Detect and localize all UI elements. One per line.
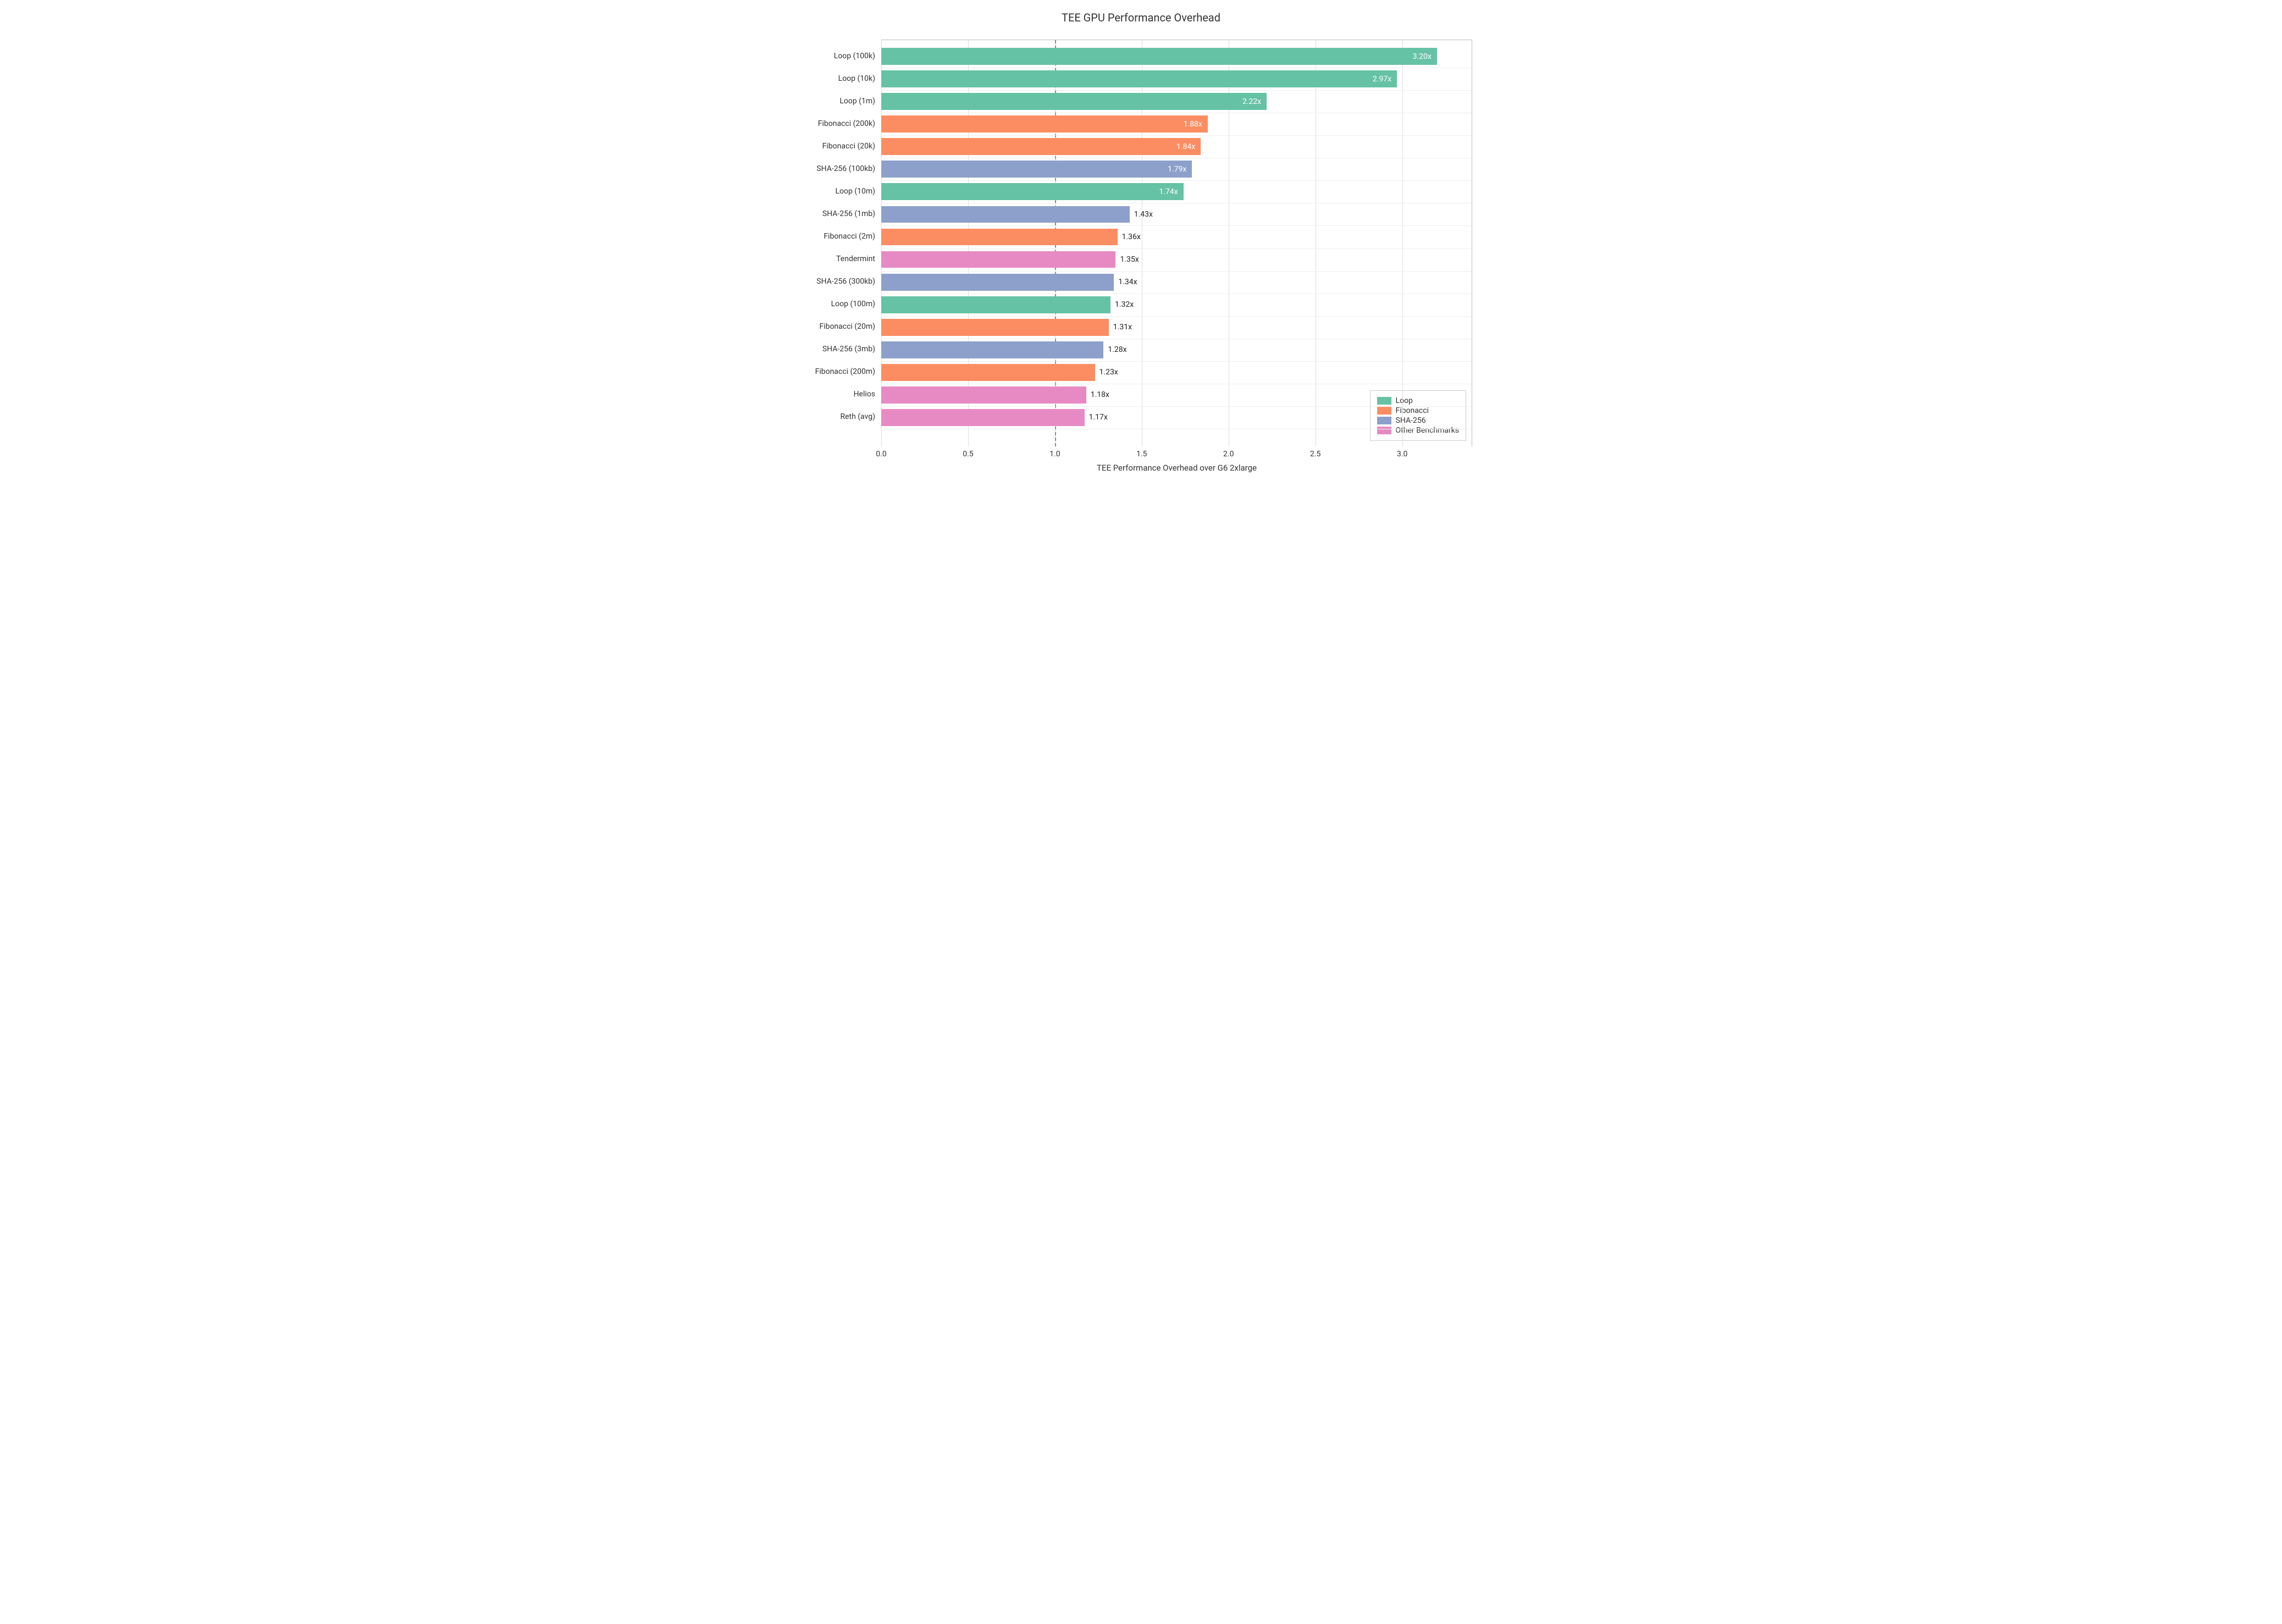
bar bbox=[881, 386, 1086, 404]
y-tick-label: Fibonacci (20k) bbox=[799, 142, 878, 151]
bar-value-label: 1.84x bbox=[1176, 142, 1195, 151]
bar: 2.97x bbox=[881, 70, 1397, 87]
bar: 1.74x bbox=[881, 183, 1184, 200]
legend-label: Other Benchmarks bbox=[1396, 426, 1459, 435]
plot: LoopFibonacciSHA-256Other Benchmarks 3.2… bbox=[799, 34, 1483, 474]
bar-value-label: 1.32x bbox=[1115, 300, 1134, 309]
bar: 3.20x bbox=[881, 48, 1437, 65]
y-tick-label: Loop (100m) bbox=[799, 300, 878, 308]
bar bbox=[881, 206, 1130, 223]
y-tick-label: SHA-256 (100kb) bbox=[799, 164, 878, 173]
chart-title: TEE GPU Performance Overhead bbox=[799, 11, 1483, 24]
bar: 1.88x bbox=[881, 115, 1208, 132]
y-tick-label: Loop (10k) bbox=[799, 74, 878, 83]
bar-value-label: 2.97x bbox=[1373, 75, 1391, 84]
y-gridline bbox=[881, 248, 1472, 249]
y-tick-label: Loop (100k) bbox=[799, 52, 878, 60]
bar-value-label: 1.28x bbox=[1108, 345, 1126, 354]
legend-swatch bbox=[1377, 427, 1391, 434]
y-gridline bbox=[881, 316, 1472, 317]
bar-value-label: 1.35x bbox=[1120, 255, 1139, 264]
bar bbox=[881, 319, 1109, 336]
legend-item: Other Benchmarks bbox=[1377, 426, 1459, 435]
bar: 1.84x bbox=[881, 138, 1201, 155]
y-tick-label: Fibonacci (20m) bbox=[799, 322, 878, 331]
tee-gpu-overhead-chart: TEE GPU Performance Overhead LoopFibonac… bbox=[799, 11, 1483, 474]
bar-value-label: 1.43x bbox=[1134, 210, 1153, 219]
y-tick-label: Fibonacci (200m) bbox=[799, 367, 878, 376]
y-gridline bbox=[881, 406, 1472, 407]
bar-value-label: 2.22x bbox=[1242, 97, 1261, 106]
legend-label: SHA-256 bbox=[1396, 416, 1426, 425]
bar bbox=[881, 409, 1085, 426]
y-tick-label: Loop (10m) bbox=[799, 187, 878, 196]
x-tick-label: 2.5 bbox=[1310, 450, 1320, 459]
x-tick-label: 3.0 bbox=[1397, 450, 1407, 459]
y-tick-label: Fibonacci (2m) bbox=[799, 232, 878, 241]
bar bbox=[881, 251, 1115, 268]
bar-value-label: 1.88x bbox=[1184, 120, 1202, 129]
legend-item: Loop bbox=[1377, 396, 1459, 405]
bar-value-label: 1.18x bbox=[1091, 390, 1109, 399]
plot-area: LoopFibonacciSHA-256Other Benchmarks 3.2… bbox=[881, 40, 1472, 446]
y-tick-label: Tendermint bbox=[799, 255, 878, 263]
bar-value-label: 1.79x bbox=[1168, 165, 1186, 174]
legend-swatch bbox=[1377, 417, 1391, 424]
bar-value-label: 1.17x bbox=[1089, 413, 1108, 422]
y-gridline bbox=[881, 135, 1472, 136]
legend-swatch bbox=[1377, 397, 1391, 405]
bar-value-label: 1.74x bbox=[1159, 187, 1178, 196]
bar bbox=[881, 274, 1114, 291]
bar-value-label: 1.34x bbox=[1118, 278, 1137, 286]
x-axis-label: TEE Performance Overhead over G6 2xlarge bbox=[881, 463, 1472, 473]
y-tick-label: SHA-256 (3mb) bbox=[799, 345, 878, 353]
x-gridline bbox=[1402, 40, 1403, 446]
bar bbox=[881, 341, 1103, 358]
y-tick-label: Reth (avg) bbox=[799, 412, 878, 421]
y-tick-label: Helios bbox=[799, 390, 878, 399]
y-tick-label: Loop (1m) bbox=[799, 97, 878, 106]
x-tick-label: 2.0 bbox=[1223, 450, 1234, 459]
legend-label: Loop bbox=[1396, 396, 1413, 405]
x-tick-label: 1.0 bbox=[1049, 450, 1060, 459]
y-gridline bbox=[881, 180, 1472, 181]
bar-value-label: 1.23x bbox=[1099, 368, 1118, 377]
legend-item: SHA-256 bbox=[1377, 416, 1459, 425]
bar-value-label: 1.31x bbox=[1113, 323, 1132, 332]
y-tick-label: SHA-256 (300kb) bbox=[799, 277, 878, 286]
bar bbox=[881, 364, 1095, 381]
bar-value-label: 3.20x bbox=[1413, 52, 1432, 61]
bar-value-label: 1.36x bbox=[1122, 233, 1141, 241]
y-tick-label: Fibonacci (200k) bbox=[799, 119, 878, 128]
legend: LoopFibonacciSHA-256Other Benchmarks bbox=[1370, 390, 1466, 441]
legend-label: Fibonacci bbox=[1396, 406, 1429, 415]
bar bbox=[881, 229, 1118, 246]
x-tick-label: 0.0 bbox=[876, 450, 886, 459]
x-tick-label: 0.5 bbox=[963, 450, 973, 459]
y-gridline bbox=[881, 90, 1472, 91]
bar bbox=[881, 296, 1110, 313]
y-gridline bbox=[881, 361, 1472, 362]
bar: 1.79x bbox=[881, 161, 1192, 178]
y-tick-label: SHA-256 (1mb) bbox=[799, 209, 878, 218]
x-tick-label: 1.5 bbox=[1136, 450, 1147, 459]
bar: 2.22x bbox=[881, 93, 1267, 110]
y-gridline bbox=[881, 271, 1472, 272]
legend-swatch bbox=[1377, 407, 1391, 415]
y-gridline bbox=[881, 225, 1472, 226]
legend-item: Fibonacci bbox=[1377, 406, 1459, 415]
